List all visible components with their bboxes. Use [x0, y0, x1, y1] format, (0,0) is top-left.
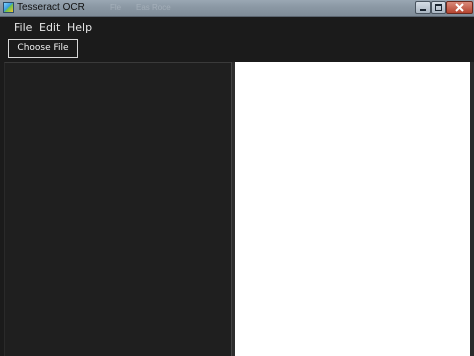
background-window-text: Fle — [110, 3, 122, 12]
close-button[interactable] — [446, 1, 473, 14]
menu-edit[interactable]: Edit — [39, 20, 60, 35]
app-window: Tesseract OCR Fle Eas Roce File Edit Hel… — [0, 0, 474, 356]
menu-bar: File Edit Help — [0, 17, 474, 38]
choose-file-button[interactable]: Choose File — [8, 39, 78, 58]
app-icon — [3, 2, 14, 13]
menu-help[interactable]: Help — [67, 20, 92, 35]
window-frame-right — [470, 17, 474, 356]
maximize-icon — [435, 4, 442, 11]
title-bar[interactable]: Tesseract OCR Fle Eas Roce — [0, 0, 474, 17]
maximize-button[interactable] — [431, 1, 446, 14]
close-icon — [455, 3, 464, 12]
background-window-text: Eas Roce — [136, 3, 171, 12]
minimize-button[interactable] — [415, 1, 431, 14]
window-title: Tesseract OCR — [17, 2, 85, 13]
image-preview-pane[interactable] — [4, 62, 231, 356]
toolbar: Choose File — [0, 38, 474, 62]
minimize-icon — [420, 9, 426, 11]
menu-file[interactable]: File — [14, 20, 32, 35]
ocr-text-output-pane[interactable] — [235, 62, 470, 356]
